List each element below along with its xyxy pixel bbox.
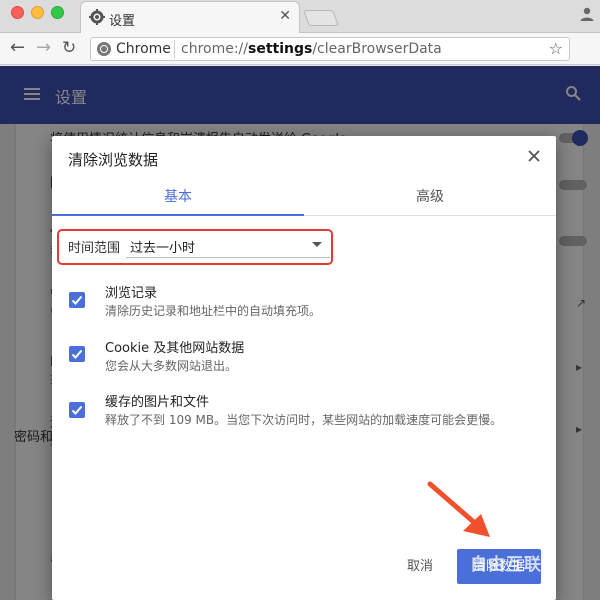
close-window-button[interactable]	[11, 6, 24, 19]
window-titlebar: 设置 ✕	[0, 0, 600, 34]
omnibox-divider	[174, 40, 175, 58]
url-prefix: chrome://	[181, 41, 248, 57]
browser-toolbar: ← → ↻ Chrome chrome://settings/clearBrow…	[0, 33, 600, 87]
cookies-checkbox[interactable]	[69, 346, 85, 362]
chrome-logo-icon	[97, 42, 111, 56]
checkmark-icon	[71, 295, 83, 305]
watermark-logo: 自由互联	[470, 555, 542, 575]
dialog-title: 清除浏览数据	[68, 151, 159, 169]
omnibox-scheme-label: Chrome	[116, 41, 171, 57]
time-range-highlight-annotation	[57, 229, 333, 265]
tab-basic[interactable]: 基本	[52, 180, 304, 216]
cancel-button[interactable]: 取消	[399, 554, 441, 580]
address-bar[interactable]: Chrome chrome://settings/clearBrowserDat…	[90, 37, 570, 61]
checkmark-icon	[71, 349, 83, 359]
tab-close-icon[interactable]: ✕	[279, 8, 291, 24]
bookmark-star-icon[interactable]: ☆	[549, 39, 563, 58]
gear-icon	[89, 9, 105, 25]
cookies-desc: 您会从大多数网站退出。	[105, 359, 238, 373]
profile-icon[interactable]	[579, 6, 595, 22]
checkmark-icon	[71, 405, 83, 415]
new-tab-button[interactable]	[303, 10, 339, 26]
browsing-history-checkbox[interactable]	[69, 292, 85, 308]
cookies-title: Cookie 及其他网站数据	[105, 341, 245, 356]
url-host: settings	[248, 41, 313, 57]
cached-files-checkbox[interactable]	[69, 402, 85, 418]
dialog-tabs: 基本 高级	[52, 180, 556, 216]
clear-browsing-data-dialog: 清除浏览数据 基本 高级 时间范围 过去一小时 浏览记录 清除历史记录和地址栏中…	[52, 136, 556, 600]
tab-advanced[interactable]: 高级	[304, 180, 556, 216]
url-path: /clearBrowserData	[312, 41, 442, 57]
cached-files-title: 缓存的图片和文件	[105, 395, 210, 410]
browsing-history-desc: 清除历史记录和地址栏中的自动填充项。	[105, 304, 322, 318]
reload-icon[interactable]: ↻	[62, 39, 76, 57]
tab-title: 设置	[109, 14, 136, 29]
forward-arrow-icon[interactable]: →	[36, 39, 51, 57]
back-arrow-icon[interactable]: ←	[10, 39, 25, 57]
cached-files-desc: 释放了不到 109 MB。当您下次访问时，某些网站的加载速度可能会更慢。	[105, 413, 503, 427]
omnibox-url: chrome://settings/clearBrowserData	[181, 41, 442, 57]
browsing-history-title: 浏览记录	[105, 286, 158, 301]
browser-tab-settings[interactable]: 设置 ✕	[80, 1, 300, 34]
minimize-window-button[interactable]	[31, 6, 44, 19]
close-icon[interactable]	[526, 148, 542, 164]
maximize-window-button[interactable]	[51, 6, 64, 19]
